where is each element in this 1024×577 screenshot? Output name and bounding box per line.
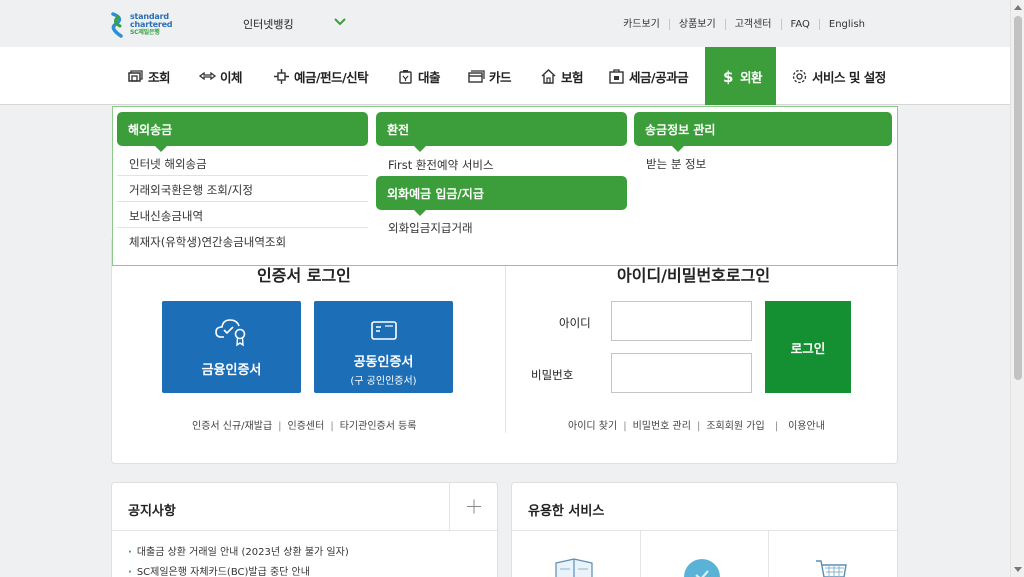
notice-item[interactable]: SC제일은행 자체카드(BC)발급 중단 안내 — [128, 563, 310, 577]
finance-cert-label: 금융인증서 — [201, 363, 262, 378]
menu-head-remittance-info[interactable]: 송금정보 관리 — [634, 112, 892, 152]
password-input[interactable] — [611, 353, 752, 393]
svg-text:$: $ — [723, 68, 733, 85]
menu-head-overseas-remittance[interactable]: 해외송금 — [117, 112, 368, 152]
inquiry-icon — [128, 69, 143, 82]
scroll-thumb[interactable] — [1014, 16, 1022, 380]
notice-more-plus-icon[interactable] — [449, 483, 497, 530]
usage-guide-link[interactable]: 이용안내 — [788, 421, 825, 432]
insurance-icon — [541, 68, 556, 84]
nav-item-transfer[interactable]: 이체 — [199, 47, 243, 105]
useful-services-panel: 유용한 서비스 — [511, 482, 898, 577]
sc-logo[interactable]: standard chartered SC제일은행 — [110, 11, 190, 39]
top-utility-bar: standard chartered SC제일은행 인터넷뱅킹 카드보기 상품보… — [0, 0, 1010, 47]
main-nav: 조회 이체 예금/펀드/신탁 대출 카드 보험 세금/공과금 $ 외환 서비스 … — [0, 47, 1010, 105]
page-scrollbar[interactable] — [1010, 0, 1024, 577]
joint-cert-sublabel: (구 공인인증서) — [350, 376, 417, 387]
nav-item-card[interactable]: 카드 — [468, 47, 512, 105]
shopping-cart-icon[interactable] — [810, 557, 850, 577]
dollar-icon: $ — [723, 68, 734, 85]
notice-item[interactable]: 대출금 상환 거래일 안내 (2023년 상환 불가 일자) — [128, 543, 349, 558]
loan-icon — [399, 69, 412, 84]
services-title: 유용한 서비스 — [528, 504, 605, 519]
inquiry-member-join-link[interactable]: 조회회원 가입 — [706, 421, 764, 432]
password-manage-link[interactable]: 비밀번호 관리 — [633, 421, 691, 432]
finance-cert-button[interactable]: 금융인증서 — [162, 301, 301, 393]
id-input[interactable] — [611, 301, 752, 341]
login-panel: 인증서 로그인 아이디/비밀번호로그인 금융인증서 공동인증서 (구 공인인증서… — [111, 237, 898, 464]
logo-line2: chartered — [130, 20, 173, 29]
book-icon[interactable] — [554, 557, 594, 577]
util-link-english[interactable]: English — [818, 19, 874, 30]
menu-link-fx-deposit-transaction[interactable]: 외화입금지급거래 — [388, 220, 473, 236]
util-link-card[interactable]: 카드보기 — [614, 19, 669, 30]
cloud-cert-icon — [214, 319, 245, 347]
logo-line3: SC제일은행 — [130, 29, 160, 36]
notice-title: 공지사항 — [128, 504, 176, 519]
menu-head-fx-deposit-withdraw[interactable]: 외화예금 입금/지급 — [376, 176, 627, 216]
scroll-down-arrow-icon[interactable] — [1014, 567, 1022, 572]
forex-mega-menu: 해외송금 인터넷 해외송금 거래외국환은행 조회/지정 보내신송금내역 체재자(… — [112, 106, 898, 266]
nav-item-service-settings[interactable]: 서비스 및 설정 — [791, 47, 886, 105]
deposit-icon — [274, 68, 289, 84]
menu-link-student-annual-history[interactable]: 체재자(유학생)연간송금내역조회 — [129, 234, 286, 250]
joint-cert-button[interactable]: 공동인증서 (구 공인인증서) — [314, 301, 453, 393]
menu-link-sent-history[interactable]: 보내신송금내역 — [129, 208, 203, 224]
calculator-circle-icon[interactable] — [682, 557, 722, 577]
nav-item-loan[interactable]: 대출 — [397, 47, 441, 105]
menu-link-recipient-info[interactable]: 받는 분 정보 — [646, 156, 706, 172]
menu-head-exchange[interactable]: 환전 — [376, 112, 627, 152]
id-label: 아이디 — [559, 316, 591, 330]
login-button[interactable]: 로그인 — [765, 301, 851, 393]
joint-cert-label: 공동인증서 — [353, 355, 414, 370]
find-id-link[interactable]: 아이디 찾기 — [568, 421, 617, 432]
card-icon — [468, 69, 485, 83]
notice-panel: 공지사항 대출금 상환 거래일 안내 (2023년 상환 불가 일자) SC제일… — [111, 482, 498, 577]
logo-mark-icon — [111, 12, 123, 38]
login-divider — [505, 258, 506, 433]
menu-link-first-exchange-reserve[interactable]: First 환전예약 서비스 — [388, 157, 494, 173]
menu-link-fx-bank-designate[interactable]: 거래외국환은행 조회/지정 — [129, 182, 253, 198]
nav-item-deposit[interactable]: 예금/펀드/신탁 — [273, 47, 369, 105]
util-link-product[interactable]: 상품보기 — [668, 19, 725, 30]
util-link-customer-center[interactable]: 고객센터 — [724, 19, 781, 30]
util-link-faq[interactable]: FAQ — [780, 19, 819, 30]
cert-center-link[interactable]: 인증센터 — [288, 421, 325, 432]
utility-links: 카드보기 상품보기 고객센터 FAQ English — [614, 19, 874, 30]
chevron-down-icon[interactable] — [333, 14, 347, 28]
scroll-up-arrow-icon[interactable] — [1014, 5, 1022, 10]
other-cert-register-link[interactable]: 타기관인증서 등록 — [340, 421, 417, 432]
cert-renew-link[interactable]: 인증서 신규/재발급 — [192, 421, 272, 432]
nav-item-foreign-exchange[interactable]: $ 외환 — [705, 47, 776, 105]
tax-icon — [609, 68, 624, 84]
id-card-icon — [370, 321, 397, 340]
nav-item-insurance[interactable]: 보험 — [540, 47, 584, 105]
cert-login-links: 인증서 신규/재발급 | 인증센터 | 타기관인증서 등록 — [192, 421, 417, 432]
gear-icon — [792, 69, 807, 83]
transfer-icon — [199, 71, 216, 80]
id-login-links: 아이디 찾기 | 비밀번호 관리 | 조회회원 가입 | 이용안내 — [568, 421, 825, 432]
nav-item-tax[interactable]: 세금/공과금 — [608, 47, 689, 105]
menu-link-internet-remittance[interactable]: 인터넷 해외송금 — [129, 156, 207, 172]
banking-type-select[interactable]: 인터넷뱅킹 — [243, 16, 294, 32]
password-label: 비밀번호 — [531, 368, 574, 382]
nav-item-inquiry[interactable]: 조회 — [127, 47, 171, 105]
